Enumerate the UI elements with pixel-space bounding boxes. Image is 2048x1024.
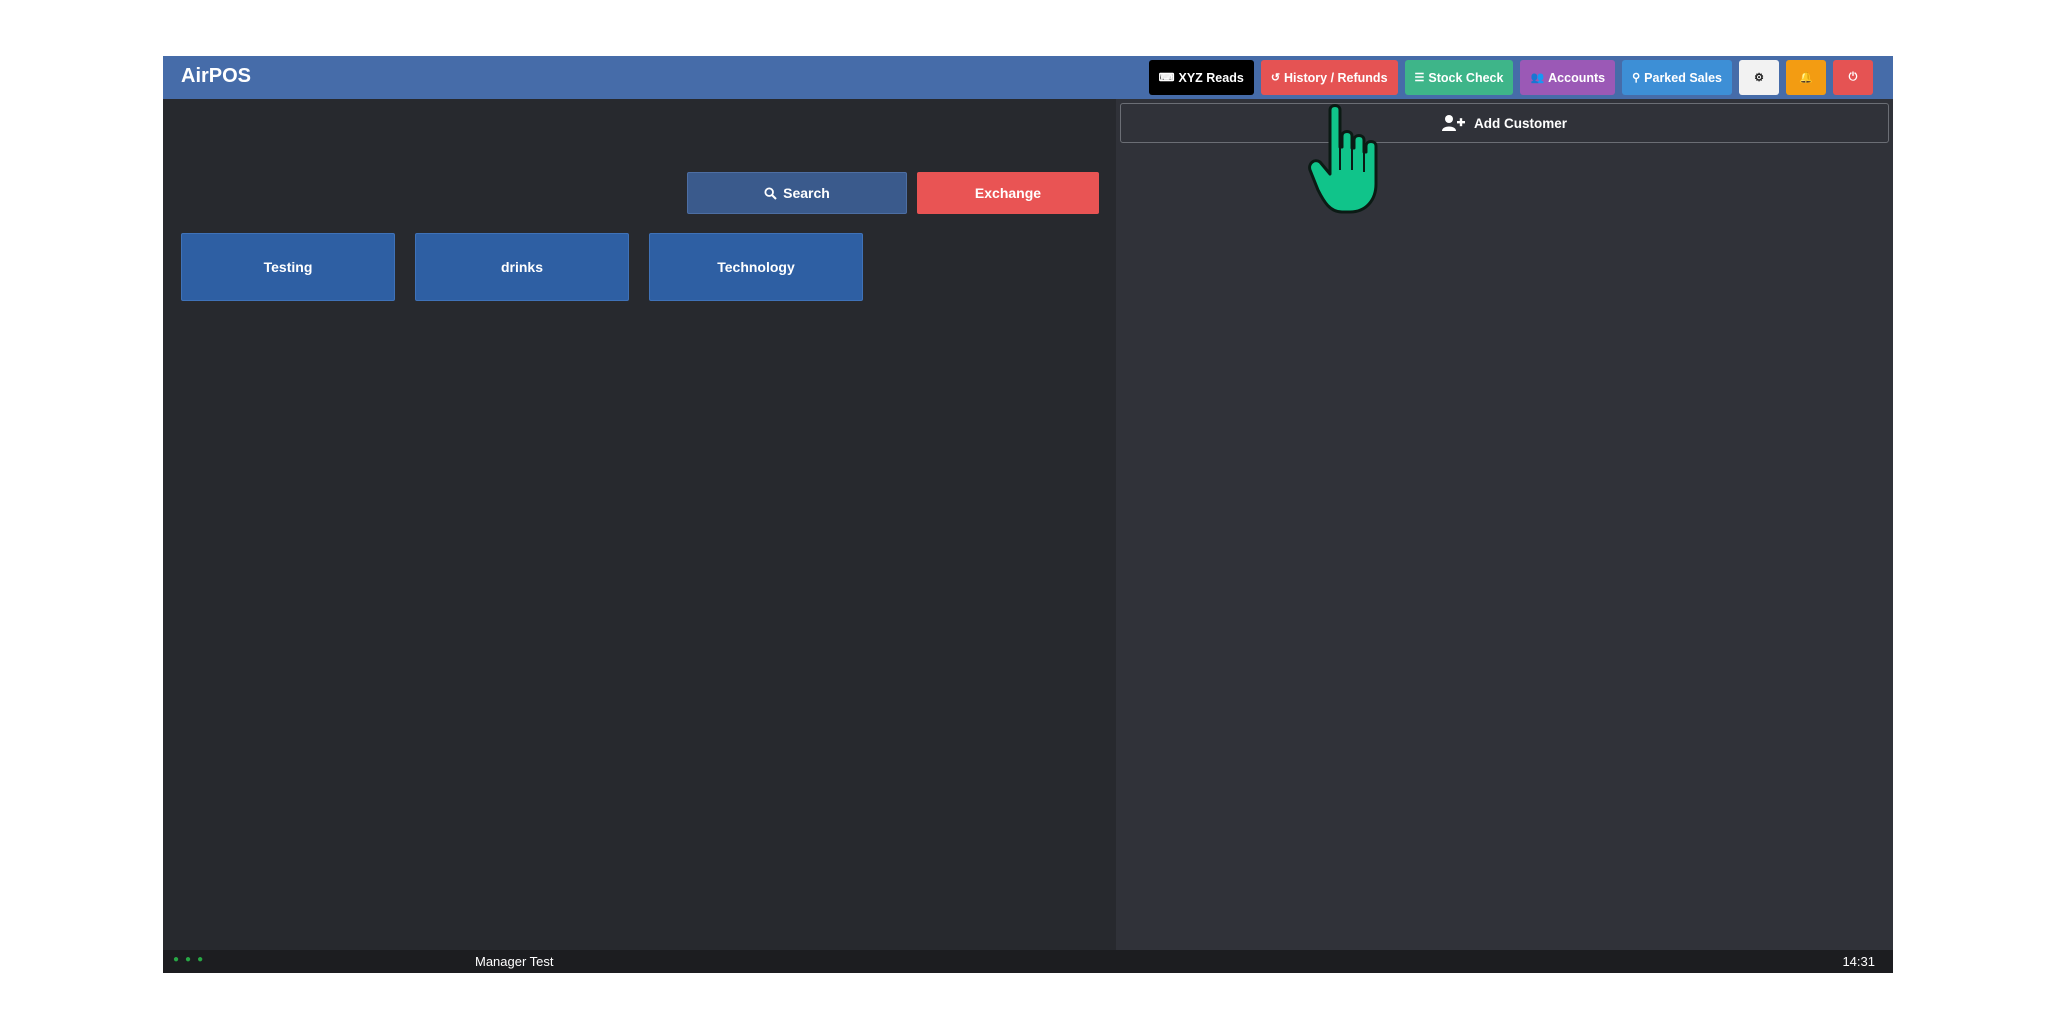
category-tile[interactable]: Testing (181, 233, 395, 301)
product-panel: Search Exchange Testing drinks Technolog… (163, 99, 1116, 950)
xyz-reads-button[interactable]: ⌨ XYZ Reads (1148, 60, 1254, 95)
search-label: Search (783, 185, 830, 201)
list-icon: ☰ (1414, 72, 1425, 84)
search-icon (764, 186, 777, 200)
exchange-label: Exchange (974, 185, 1042, 201)
power-icon: ⏻ (1848, 71, 1858, 83)
pos-app: AirPOS ⌨ XYZ Reads ↺ History / Refunds ☰… (163, 56, 1893, 973)
power-button[interactable]: ⏻ (1833, 60, 1873, 95)
alerts-button[interactable]: 🔔 (1786, 60, 1826, 95)
gear-icon: ⚙ (1754, 72, 1764, 84)
history-refunds-label: History / Refunds (1284, 70, 1388, 85)
app-title: AirPOS (181, 65, 252, 87)
hand-pointer-cursor-icon (1308, 104, 1378, 214)
category-label: drinks (500, 259, 543, 275)
add-customer-button[interactable]: Add Customer (1120, 103, 1889, 143)
top-nav: ⌨ XYZ Reads ↺ History / Refunds ☰ Stock … (1148, 60, 1873, 95)
accounts-label: Accounts (1548, 70, 1606, 85)
stock-check-button[interactable]: ☰ Stock Check (1404, 60, 1514, 95)
search-button[interactable]: Search (687, 172, 907, 214)
add-customer-label: Add Customer (1473, 115, 1567, 131)
keyboard-icon: ⌨ (1158, 72, 1175, 84)
settings-button[interactable]: ⚙ (1739, 60, 1779, 95)
users-icon: 👥 (1530, 72, 1545, 84)
category-tile[interactable]: drinks (415, 233, 629, 301)
exchange-button[interactable]: Exchange (917, 172, 1099, 214)
top-bar: AirPOS ⌨ XYZ Reads ↺ History / Refunds ☰… (163, 56, 1893, 99)
xyz-reads-label: XYZ Reads (1178, 70, 1244, 85)
parked-sales-button[interactable]: ⚲ Parked Sales (1622, 60, 1732, 95)
user-plus-icon (1441, 115, 1465, 131)
accounts-button[interactable]: 👥 Accounts (1520, 60, 1616, 95)
connection-status-icon: ●●● (173, 954, 210, 965)
clock: 14:31 (1842, 954, 1875, 969)
category-tile[interactable]: Technology (649, 233, 863, 301)
category-label: Technology (717, 259, 795, 275)
binoculars-icon: ⚲ (1632, 72, 1641, 84)
operator-name: Manager Test (475, 954, 554, 969)
category-label: Testing (263, 259, 313, 275)
bell-icon: 🔔 (1799, 72, 1813, 84)
history-refunds-button[interactable]: ↺ History / Refunds (1260, 60, 1398, 95)
history-icon: ↺ (1270, 72, 1281, 84)
parked-sales-label: Parked Sales (1644, 70, 1722, 85)
stock-check-label: Stock Check (1428, 70, 1504, 85)
basket-panel: Add Customer (1116, 99, 1893, 950)
status-bar: ●●● Manager Test 14:31 (163, 950, 1893, 973)
